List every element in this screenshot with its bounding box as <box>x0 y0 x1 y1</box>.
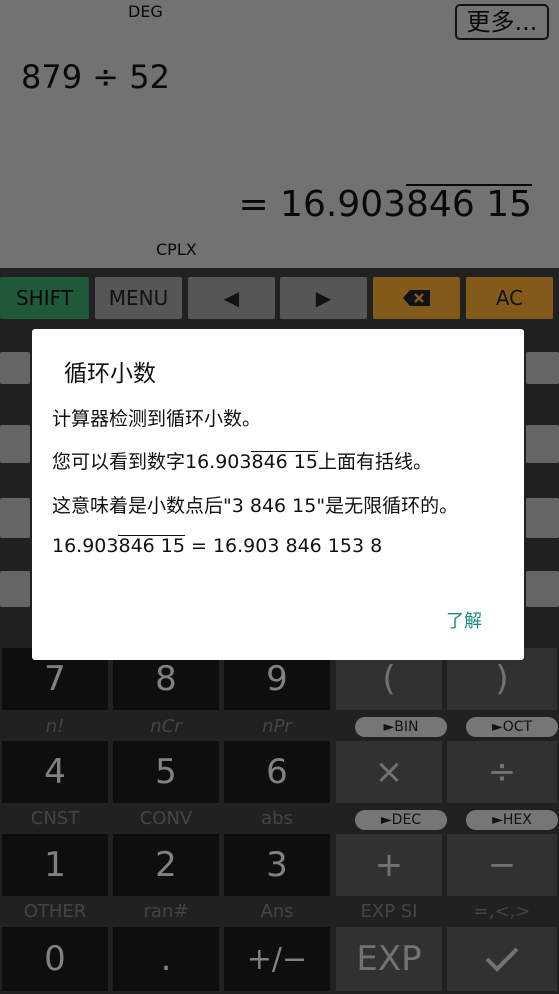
dialog-line-2: 您可以看到数字16.903 846 15上面有括线。 <box>52 447 432 474</box>
dialog-line-2-suffix: 上面有括线。 <box>317 451 432 473</box>
dialog-title: 循环小数 <box>64 361 156 387</box>
dialog-line-1: 计算器检测到循环小数。 <box>52 408 262 430</box>
dialog-line-2-prefix: 您可以看到数字16.903 <box>52 451 252 473</box>
repeating-decimal-dialog: 循环小数 计算器检测到循环小数。 您可以看到数字16.903 846 15上面有… <box>32 329 524 660</box>
dialog-ok-button[interactable]: 了解 <box>446 607 482 633</box>
dialog-line-3: 这意味着是小数点后"3 846 15"是无限循环的。 <box>52 495 459 517</box>
dialog-line-4-prefix: 16.903 <box>52 535 119 557</box>
dialog-line-2-repeating-digits: 846 15 <box>251 451 318 473</box>
dialog-line-4-repeating-digits: 846 15 <box>118 535 185 557</box>
dialog-line-4-suffix: = 16.903 846 153 8 <box>184 535 383 557</box>
dialog-line-4: 16.903 846 15 = 16.903 846 153 8 <box>52 535 382 558</box>
